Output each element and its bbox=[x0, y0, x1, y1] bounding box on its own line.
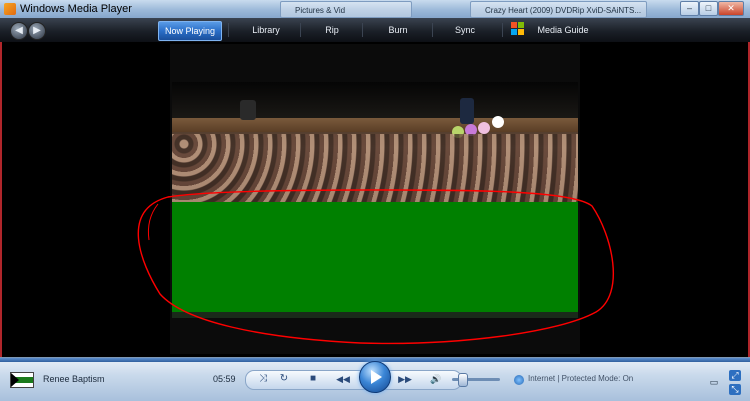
video-bottom-strip bbox=[172, 312, 578, 318]
background-window-title: Crazy Heart (2009) DVDRip XviD-SAiNTS... bbox=[485, 6, 642, 15]
track-title: Renee Baptism bbox=[43, 374, 105, 384]
navigation-bar: ◀ ▶ Now Playing Library Rip Burn Sync Me… bbox=[0, 18, 750, 43]
stage-platform bbox=[172, 118, 578, 132]
audience-crowd bbox=[172, 134, 578, 202]
internet-zone-icon bbox=[514, 375, 524, 385]
fullscreen-icon[interactable]: ⤢ bbox=[729, 370, 741, 381]
close-button[interactable]: ✕ bbox=[718, 1, 744, 16]
windows-logo-icon bbox=[511, 22, 525, 36]
speaker-figure bbox=[460, 98, 474, 124]
title-bar: Windows Media Player Pictures & Vid Craz… bbox=[0, 0, 750, 19]
back-arrow-icon[interactable]: ◀ bbox=[10, 22, 28, 40]
media-player-icon bbox=[4, 3, 16, 15]
switch-to-compact-icon[interactable]: ▭ bbox=[708, 377, 720, 388]
previous-icon[interactable]: ◀◀ bbox=[330, 371, 356, 387]
tab-divider bbox=[228, 23, 229, 37]
shuffle-icon[interactable]: ⤨ bbox=[255, 371, 271, 387]
view-full-screen-icon[interactable]: ⤡ bbox=[729, 384, 741, 395]
tab-divider bbox=[300, 23, 301, 37]
balloon bbox=[492, 116, 504, 128]
stage-curtain bbox=[172, 82, 578, 118]
video-frame-image bbox=[172, 82, 578, 202]
tab-divider bbox=[432, 23, 433, 37]
elapsed-time: 05:59 bbox=[213, 374, 236, 384]
play-button[interactable] bbox=[359, 361, 391, 393]
tab-burn[interactable]: Burn bbox=[375, 21, 421, 39]
background-window-tab[interactable]: Pictures & Vid bbox=[280, 1, 412, 18]
minimize-button[interactable]: – bbox=[680, 1, 699, 16]
tab-library[interactable]: Library bbox=[240, 21, 292, 39]
tab-rip[interactable]: Rip bbox=[312, 21, 352, 39]
window-title: Windows Media Player bbox=[20, 3, 132, 15]
volume-slider-knob[interactable] bbox=[457, 373, 468, 387]
tab-media-guide[interactable]: Media Guide bbox=[532, 21, 594, 39]
tab-divider bbox=[362, 23, 363, 37]
status-bar-fragment: Internet | Protected Mode: On bbox=[528, 374, 634, 383]
repeat-icon[interactable]: ↻ bbox=[276, 371, 292, 387]
tab-now-playing[interactable]: Now Playing bbox=[158, 21, 222, 41]
green-video-artifact bbox=[172, 202, 578, 312]
next-icon[interactable]: ▶▶ bbox=[392, 371, 418, 387]
flag-icon bbox=[11, 373, 33, 387]
maximize-button[interactable]: □ bbox=[699, 1, 718, 16]
background-window-title: Pictures & Vid bbox=[295, 6, 346, 15]
tab-divider bbox=[502, 23, 503, 37]
video-display[interactable] bbox=[170, 44, 580, 354]
background-window-tab[interactable]: Crazy Heart (2009) DVDRip XviD-SAiNTS... bbox=[470, 1, 647, 18]
mute-icon[interactable]: 🔊 bbox=[428, 371, 444, 387]
stage-person bbox=[240, 100, 256, 120]
tab-sync[interactable]: Sync bbox=[446, 21, 484, 39]
forward-arrow-icon[interactable]: ▶ bbox=[28, 22, 46, 40]
play-icon bbox=[371, 370, 382, 384]
balloon bbox=[478, 122, 490, 134]
stop-icon[interactable]: ■ bbox=[305, 371, 321, 387]
album-art-thumbnail[interactable] bbox=[10, 372, 34, 388]
